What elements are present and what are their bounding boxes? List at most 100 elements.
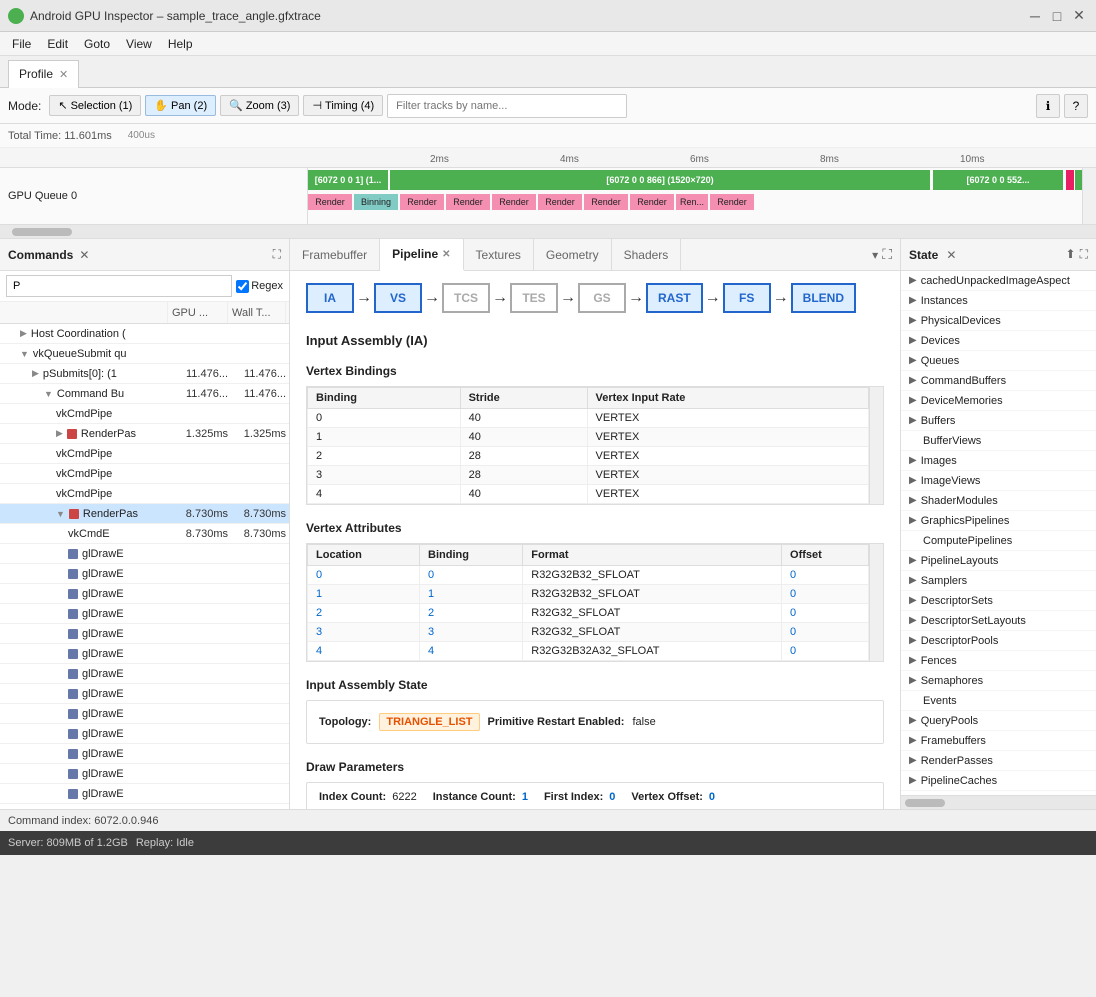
- stage-blend[interactable]: BLEND: [791, 283, 856, 313]
- list-item[interactable]: glDrawE: [0, 664, 289, 684]
- stage-gs[interactable]: GS: [578, 283, 626, 313]
- list-item[interactable]: glDrawE: [0, 564, 289, 584]
- state-item-renderpasses[interactable]: ▶ RenderPasses: [901, 751, 1096, 771]
- state-item-descriptorsetlayouts[interactable]: ▶ DescriptorSetLayouts: [901, 611, 1096, 631]
- stage-vs[interactable]: VS: [374, 283, 422, 313]
- scrollbar-thumb[interactable]: [12, 228, 72, 236]
- state-item-pipelinecaches[interactable]: ▶ PipelineCaches: [901, 771, 1096, 791]
- list-item[interactable]: glDrawE: [0, 744, 289, 764]
- state-item-descriptorsets[interactable]: ▶ DescriptorSets: [901, 591, 1096, 611]
- stage-tcs[interactable]: TCS: [442, 283, 490, 313]
- state-item-pipelinelayouts[interactable]: ▶ PipelineLayouts: [901, 551, 1096, 571]
- state-item-querypools[interactable]: ▶ QueryPools: [901, 711, 1096, 731]
- stage-tes[interactable]: TES: [510, 283, 558, 313]
- list-item[interactable]: glDrawE: [0, 684, 289, 704]
- list-item[interactable]: glDrawE: [0, 624, 289, 644]
- profile-tab-close[interactable]: ✕: [59, 68, 68, 81]
- state-item-samplers[interactable]: ▶ Samplers: [901, 571, 1096, 591]
- menu-goto[interactable]: Goto: [76, 35, 118, 53]
- state-item-framebuffers[interactable]: ▶ Framebuffers: [901, 731, 1096, 751]
- state-item-computepipelines[interactable]: ComputePipelines: [901, 531, 1096, 551]
- selection-mode-button[interactable]: ↖ Selection (1): [49, 95, 141, 116]
- list-item[interactable]: vkCmdPipe: [0, 484, 289, 504]
- close-button[interactable]: ✕: [1070, 7, 1088, 25]
- state-item-devices[interactable]: ▶ Devices: [901, 331, 1096, 351]
- state-tree[interactable]: ▶ cachedUnpackedImageAspect ▶ Instances …: [901, 271, 1096, 795]
- state-item-instances[interactable]: ▶ Instances: [901, 291, 1096, 311]
- list-item[interactable]: vkCmdPipe: [0, 404, 289, 424]
- menu-edit[interactable]: Edit: [39, 35, 76, 53]
- state-item-fences[interactable]: ▶ Fences: [901, 651, 1096, 671]
- regex-label[interactable]: Regex: [236, 280, 283, 293]
- list-item[interactable]: glDrawE: [0, 804, 289, 809]
- expand-icon[interactable]: ⛶: [882, 246, 892, 263]
- menu-view[interactable]: View: [118, 35, 160, 53]
- profile-tab[interactable]: Profile ✕: [8, 60, 79, 88]
- timing-mode-button[interactable]: ⊣ Timing (4): [303, 95, 383, 116]
- list-item[interactable]: ▼ Command Bu 11.476... 11.476...: [0, 384, 289, 404]
- table-scrollbar-v[interactable]: [869, 387, 883, 504]
- menu-help[interactable]: Help: [160, 35, 201, 53]
- list-item[interactable]: glDrawE: [0, 584, 289, 604]
- list-item[interactable]: vkCmdPipe: [0, 444, 289, 464]
- list-item[interactable]: ▶ pSubmits[0]: (1 11.476... 11.476...: [0, 364, 289, 384]
- table-scrollbar-v[interactable]: [869, 544, 883, 661]
- state-item-devicememories[interactable]: ▶ DeviceMemories: [901, 391, 1096, 411]
- state-item-buffers[interactable]: ▶ Buffers: [901, 411, 1096, 431]
- stage-rast[interactable]: RAST: [646, 283, 703, 313]
- state-item-commandbuffers[interactable]: ▶ CommandBuffers: [901, 371, 1096, 391]
- list-item[interactable]: glDrawE: [0, 544, 289, 564]
- state-item-physicaldevices[interactable]: ▶ PhysicalDevices: [901, 311, 1096, 331]
- state-item-events[interactable]: Events: [901, 691, 1096, 711]
- state-item-cachedUnpackedImageAspect[interactable]: ▶ cachedUnpackedImageAspect: [901, 271, 1096, 291]
- list-item[interactable]: ▼ RenderPas 8.730ms 8.730ms: [0, 504, 289, 524]
- list-item[interactable]: glDrawE: [0, 784, 289, 804]
- state-close-icon[interactable]: ✕: [946, 248, 956, 262]
- commands-expand-icon[interactable]: ⛶: [273, 247, 281, 262]
- list-item[interactable]: ▶ RenderPas 1.325ms 1.325ms: [0, 424, 289, 444]
- tab-shaders[interactable]: Shaders: [612, 239, 682, 271]
- list-item[interactable]: vkCmdE 8.730ms 8.730ms: [0, 524, 289, 544]
- state-item-semaphores[interactable]: ▶ Semaphores: [901, 671, 1096, 691]
- state-item-bufferviews[interactable]: BufferViews: [901, 431, 1096, 451]
- track-content[interactable]: [6072 0 0 1] (1... [6072 0 0 866] (1520×…: [308, 168, 1082, 223]
- state-item-descriptorpools[interactable]: ▶ DescriptorPools: [901, 631, 1096, 651]
- commands-close-icon[interactable]: ✕: [79, 248, 89, 262]
- state-item-images[interactable]: ▶ Images: [901, 451, 1096, 471]
- pan-mode-button[interactable]: ✋ Pan (2): [145, 95, 216, 116]
- state-collapse-icon[interactable]: ⬆: [1066, 247, 1076, 262]
- state-expand-icon[interactable]: ⛶: [1080, 247, 1088, 262]
- list-item[interactable]: glDrawE: [0, 604, 289, 624]
- list-item[interactable]: glDrawE: [0, 724, 289, 744]
- list-item[interactable]: glDrawE: [0, 644, 289, 664]
- tab-pipeline[interactable]: Pipeline ✕: [380, 239, 463, 271]
- help-button[interactable]: ?: [1064, 94, 1088, 118]
- list-item[interactable]: ▼ vkQueueSubmit qu: [0, 344, 289, 364]
- tab-geometry[interactable]: Geometry: [534, 239, 612, 271]
- stage-ia[interactable]: IA: [306, 283, 354, 313]
- state-item-queues[interactable]: ▶ Queues: [901, 351, 1096, 371]
- zoom-mode-button[interactable]: 🔍 Zoom (3): [220, 95, 299, 116]
- maximize-button[interactable]: □: [1048, 7, 1066, 25]
- list-item[interactable]: ▶ Host Coordination (: [0, 324, 289, 344]
- timeline-scrollbar-h[interactable]: [0, 224, 1096, 238]
- commands-search-input[interactable]: [6, 275, 232, 297]
- state-scrollbar-thumb[interactable]: [905, 799, 945, 807]
- state-item-shadermodules[interactable]: ▶ ShaderModules: [901, 491, 1096, 511]
- regex-checkbox[interactable]: [236, 280, 249, 293]
- pipeline-tab-close[interactable]: ✕: [442, 249, 450, 260]
- pipeline-tabs-more[interactable]: ▾ ⛶: [864, 246, 900, 263]
- list-item[interactable]: vkCmdPipe: [0, 464, 289, 484]
- state-item-graphicspipelines[interactable]: ▶ GraphicsPipelines: [901, 511, 1096, 531]
- menu-file[interactable]: File: [4, 35, 39, 53]
- filter-tracks-input[interactable]: [387, 94, 627, 118]
- tab-framebuffer[interactable]: Framebuffer: [290, 239, 380, 271]
- commands-list[interactable]: ▶ Host Coordination ( ▼ vkQueueSubmit qu…: [0, 324, 289, 809]
- minimize-button[interactable]: ─: [1026, 7, 1044, 25]
- stage-fs[interactable]: FS: [723, 283, 771, 313]
- list-item[interactable]: glDrawE: [0, 704, 289, 724]
- tab-textures[interactable]: Textures: [464, 239, 534, 271]
- info-button[interactable]: ℹ: [1036, 94, 1060, 118]
- state-item-imageviews[interactable]: ▶ ImageViews: [901, 471, 1096, 491]
- timeline-scrollbar-v[interactable]: [1082, 168, 1096, 224]
